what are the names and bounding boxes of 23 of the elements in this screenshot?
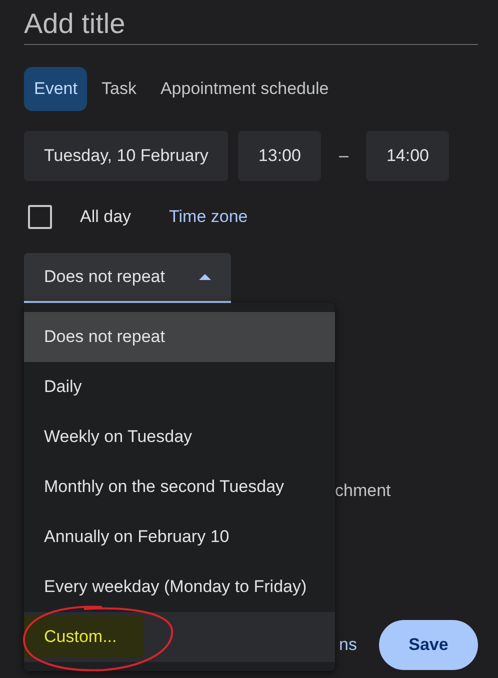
- start-time-field[interactable]: 13:00: [238, 131, 321, 181]
- repeat-dropdown[interactable]: Does not repeat: [24, 253, 231, 303]
- menu-item[interactable]: Monthly on the second Tuesday: [24, 462, 335, 512]
- menu-item[interactable]: Every weekday (Monday to Friday): [24, 562, 335, 612]
- menu-item[interactable]: Custom...: [24, 612, 335, 662]
- time-separator: –: [338, 146, 350, 166]
- menu-item[interactable]: Annually on February 10: [24, 512, 335, 562]
- date-field[interactable]: Tuesday, 10 February: [24, 131, 228, 181]
- caret-icon: [199, 274, 211, 280]
- type-tab[interactable]: Task: [91, 67, 146, 111]
- time-zone-link[interactable]: Time zone: [169, 207, 248, 227]
- attachment-text: chment: [335, 481, 391, 501]
- all-day-checkbox[interactable]: [28, 205, 52, 229]
- title-field[interactable]: Add title: [24, 4, 478, 45]
- options-link[interactable]: ns: [339, 635, 357, 655]
- menu-item[interactable]: Does not repeat: [24, 312, 335, 362]
- all-day-label: All day: [80, 207, 132, 227]
- save-button[interactable]: Save: [379, 620, 478, 670]
- type-tab[interactable]: Appointment schedule: [150, 67, 339, 111]
- end-time-field[interactable]: 14:00: [366, 131, 449, 181]
- menu-item[interactable]: Weekly on Tuesday: [24, 412, 335, 462]
- menu-item[interactable]: Daily: [24, 362, 335, 412]
- type-tab[interactable]: Event: [24, 67, 88, 111]
